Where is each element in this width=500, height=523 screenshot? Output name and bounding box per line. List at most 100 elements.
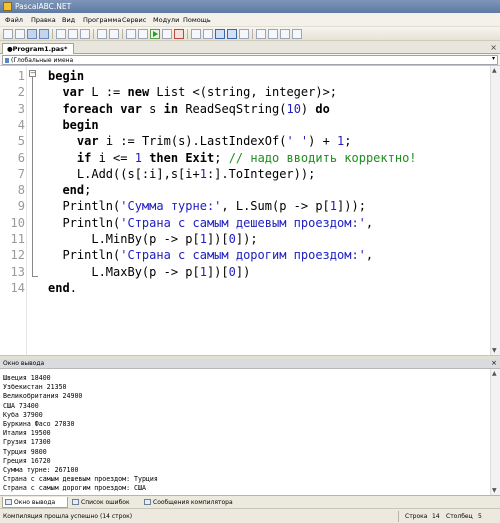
- line-number: 11: [10, 232, 25, 246]
- menu-view[interactable]: Вид: [62, 16, 75, 24]
- code-token: 1: [134, 150, 142, 165]
- scroll-up-icon[interactable]: ▲: [492, 370, 497, 377]
- code-token: ])[: [206, 264, 229, 279]
- new-file-icon[interactable]: [3, 29, 13, 39]
- code-token: 1: [199, 232, 207, 246]
- save-icon[interactable]: [27, 29, 37, 39]
- bottom-tab-strip: Окно вывода Список ошибок Сообщения комп…: [0, 495, 500, 508]
- code-token: L :=: [84, 85, 128, 100]
- watch-icon[interactable]: [268, 29, 278, 39]
- app-icon: [3, 2, 12, 11]
- stop-icon[interactable]: [174, 29, 184, 39]
- tab-output[interactable]: Окно вывода: [2, 497, 68, 508]
- line-number: 9: [17, 199, 25, 214]
- code-line: var L := new List <(string, integer)>;: [48, 85, 337, 99]
- code-line: L.MinBy(p -> p[1])[0]);: [48, 232, 257, 246]
- chevron-down-icon: ▾: [491, 55, 495, 62]
- editor-scrollbar[interactable]: ▲ ▼: [490, 66, 500, 355]
- toolbar: [0, 27, 500, 41]
- copy-icon[interactable]: [68, 29, 78, 39]
- menu-program[interactable]: Программа: [83, 16, 121, 24]
- code-token: ;: [214, 150, 229, 165]
- line-number: 6: [17, 150, 25, 165]
- code-token: i <=: [91, 150, 135, 165]
- code-line: Println('Страна с самым дорогим проездом…: [48, 248, 373, 262]
- code-token: ,: [365, 215, 374, 230]
- form-designer-icon[interactable]: [239, 29, 249, 39]
- code-line: begin: [48, 117, 99, 132]
- output-line: Куба 37900: [3, 410, 43, 419]
- scope-dropdown[interactable]: (Глобальные имена ▾: [2, 55, 498, 65]
- fold-toggle-icon[interactable]: −: [29, 70, 36, 77]
- step-over-icon[interactable]: [191, 29, 201, 39]
- line-number: 14: [10, 280, 25, 295]
- output-line: Сумма турне: 267100: [3, 466, 79, 474]
- code-line: end;: [48, 183, 91, 197]
- undo-icon[interactable]: [97, 29, 107, 39]
- code-token: var: [120, 101, 142, 116]
- code-line: L.MaxBy(p -> p[1])[0]): [48, 265, 250, 279]
- menu-edit[interactable]: Правка: [31, 16, 56, 24]
- code-token: in: [163, 101, 179, 116]
- menu-tools[interactable]: Сервис: [122, 16, 146, 24]
- code-token: do: [315, 101, 330, 116]
- scroll-up-icon[interactable]: ▲: [492, 67, 497, 74]
- code-token: List <(string, integer)>;: [149, 85, 338, 100]
- line-number: 7: [17, 166, 25, 181]
- code-token: 'Страна с самым дорогим проездом:': [120, 248, 366, 263]
- code-line: begin: [48, 69, 84, 83]
- output-line: Грузия 17300: [3, 438, 51, 447]
- step-into-icon[interactable]: [203, 29, 213, 39]
- window-title: PascalABC.NET: [15, 2, 72, 11]
- scroll-down-icon[interactable]: ▼: [492, 347, 497, 354]
- code-token: i := Trim(s).LastIndexOf(: [98, 134, 287, 149]
- code-token: begin: [62, 117, 99, 132]
- line-number: 8: [17, 183, 25, 198]
- line-number: 13: [10, 264, 25, 279]
- toolbar-separator: [122, 29, 123, 39]
- paste-icon[interactable]: [80, 29, 90, 39]
- code-line: end.: [48, 281, 77, 295]
- debug-icon[interactable]: [256, 29, 266, 39]
- tab-program1[interactable]: ●Program1.pas*: [2, 43, 74, 54]
- code-token: :].ToInteger));: [206, 166, 316, 181]
- code-editor[interactable]: 1 2 3 4 5 6 7 8 9 10 11 12 13 14 − begin var L := new…: [0, 66, 500, 355]
- options-icon[interactable]: [280, 29, 290, 39]
- line-number: 4: [17, 117, 25, 132]
- code-token: L.MinBy(p -> p[: [48, 232, 200, 246]
- menu-modules[interactable]: Модули: [153, 16, 179, 24]
- status-separator: [398, 511, 399, 522]
- indent-icon[interactable]: [126, 29, 136, 39]
- cut-icon[interactable]: [56, 29, 66, 39]
- layout-toggle-icon[interactable]: [227, 29, 237, 39]
- code-line: if i <= 1 then Exit; // надо вводить кор…: [48, 151, 417, 165]
- menu-help[interactable]: Помощь: [183, 16, 211, 24]
- toolbar-separator: [252, 29, 253, 39]
- fold-marker: [32, 71, 38, 277]
- code-token: 10: [286, 101, 301, 116]
- help-icon[interactable]: [292, 29, 302, 39]
- output-line: Узбекистан 21350: [3, 383, 67, 392]
- close-icon[interactable]: ×: [491, 359, 497, 367]
- scroll-down-icon[interactable]: ▼: [492, 487, 497, 494]
- output-scrollbar[interactable]: ▲ ▼: [490, 369, 500, 495]
- code-token: foreach: [62, 101, 114, 116]
- code-token: 'Страна с самым дешевым проездом:': [120, 215, 366, 230]
- code-token: begin: [48, 69, 85, 83]
- save-all-icon[interactable]: [39, 29, 49, 39]
- close-tab-icon[interactable]: ×: [490, 43, 497, 52]
- view-toggle-icon[interactable]: [215, 29, 225, 39]
- tab-compiler-messages[interactable]: Сообщения компилятора: [142, 497, 242, 508]
- tab-error-list[interactable]: Список ошибок: [70, 497, 140, 508]
- code-token: ReadSeqString(: [178, 101, 287, 116]
- line-number: 1: [17, 69, 25, 83]
- run-icon[interactable]: [150, 29, 160, 39]
- outdent-icon[interactable]: [138, 29, 148, 39]
- code-token: ]));: [337, 199, 366, 214]
- redo-icon[interactable]: [109, 29, 119, 39]
- open-file-icon[interactable]: [15, 29, 25, 39]
- menu-file[interactable]: Файл: [5, 16, 23, 24]
- compile-icon[interactable]: [162, 29, 172, 39]
